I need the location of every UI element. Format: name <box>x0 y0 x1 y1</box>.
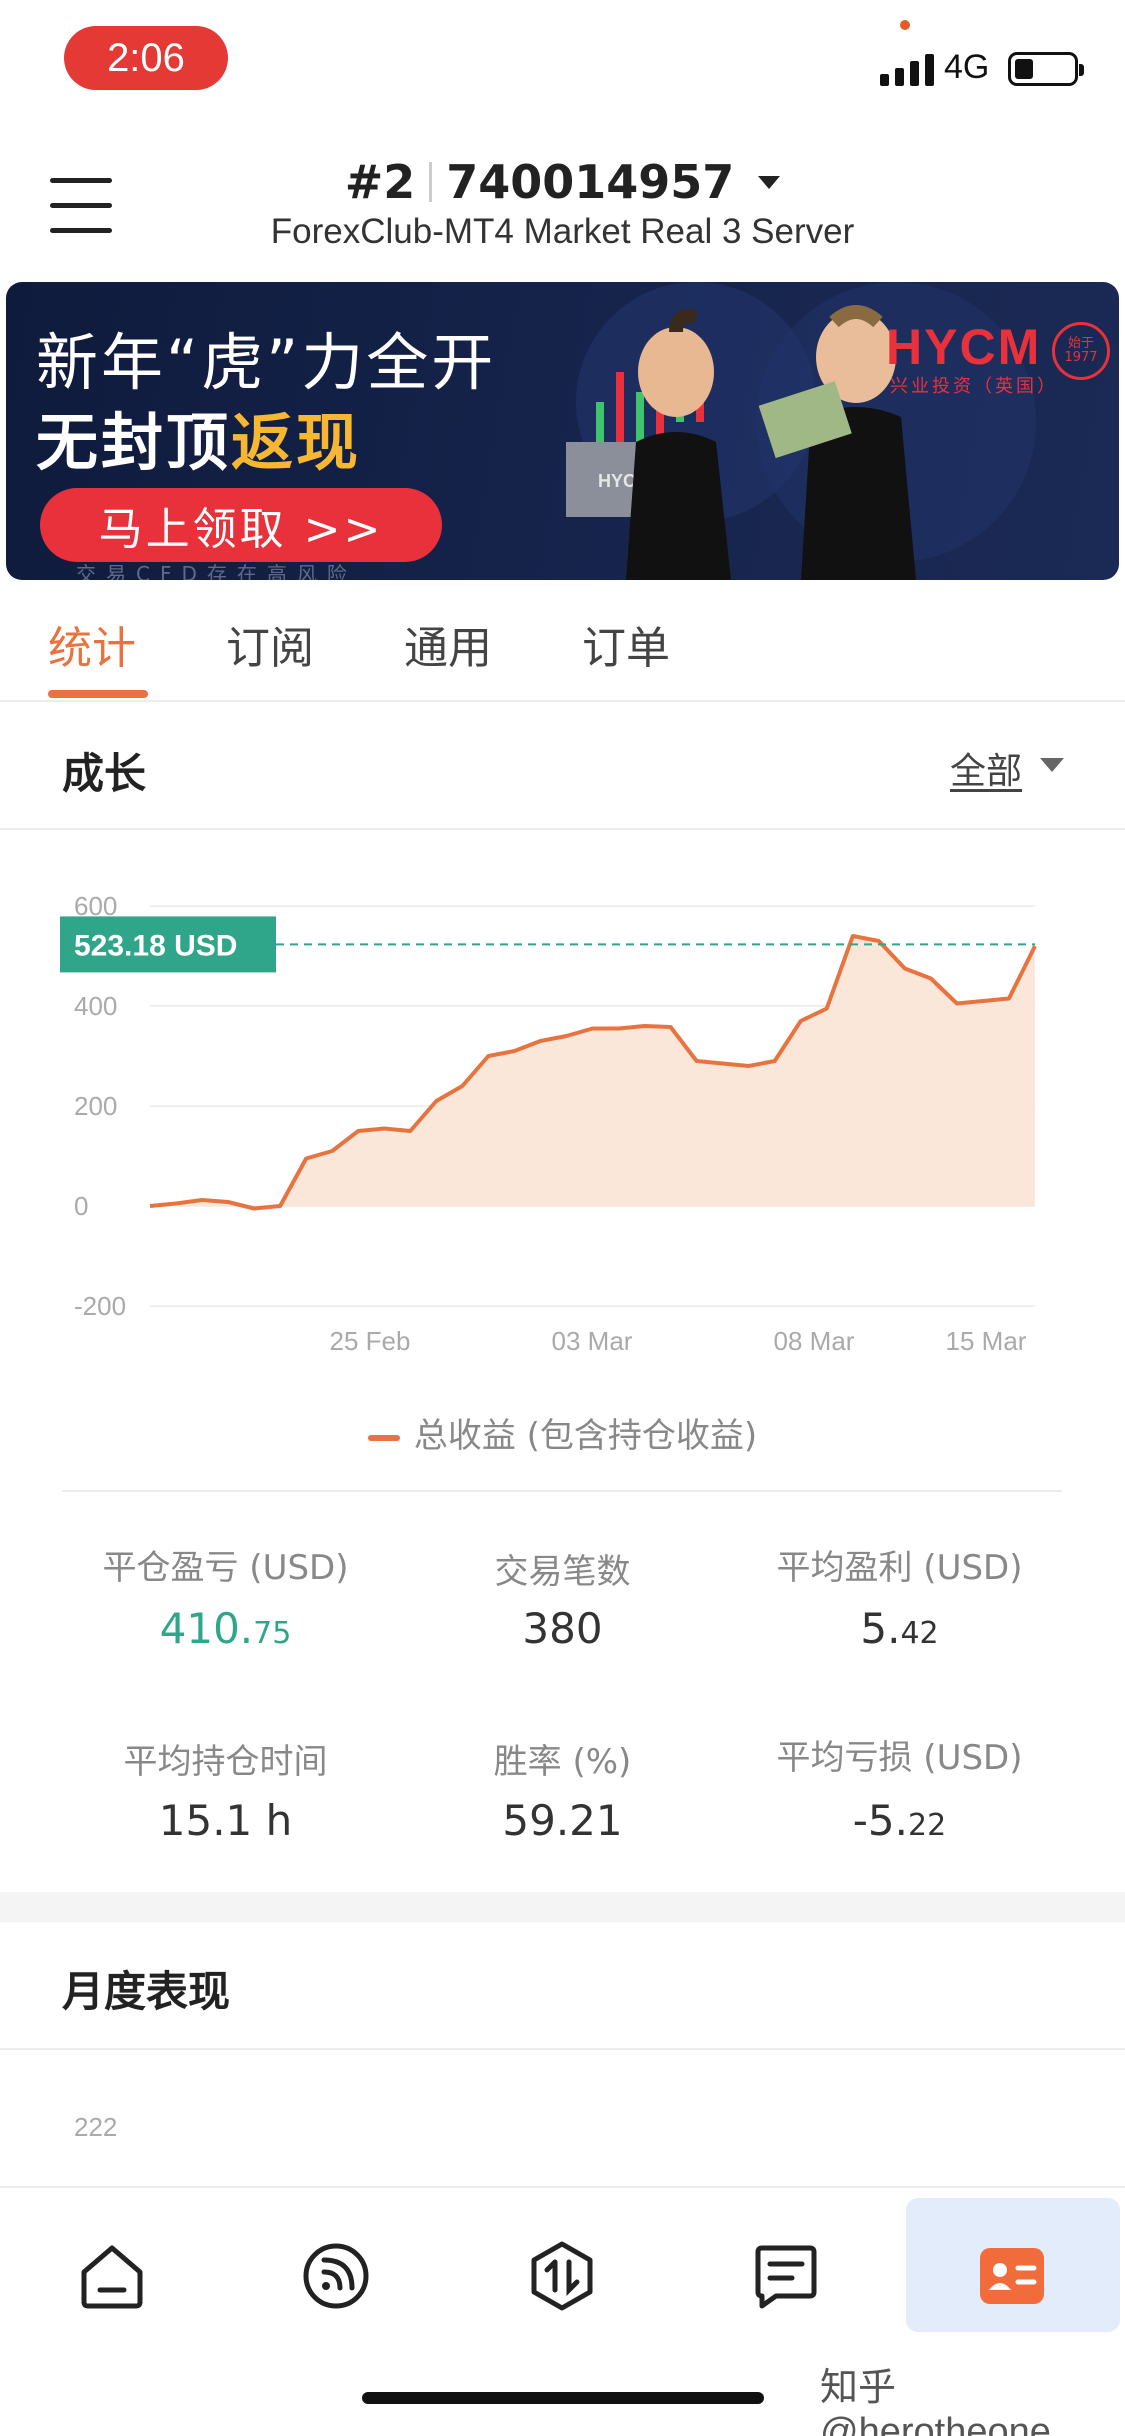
status-time: 2:06 <box>64 26 228 90</box>
period-filter[interactable]: 全部 <box>950 742 1022 794</box>
active-tab-indicator <box>48 690 148 698</box>
legend-swatch <box>367 1434 400 1441</box>
x-tick-label: 25 Feb <box>330 1326 411 1356</box>
tab-statistics[interactable]: 统计 <box>48 612 136 676</box>
promo-banner[interactable]: HYCM 新年“虎”力全开 无封顶返现 马上领取 >> 交易CFD存在高风险 H… <box>6 282 1119 580</box>
banner-seal: 始于 1977 <box>1052 322 1110 380</box>
divider <box>0 700 1125 702</box>
stat-value-win-rate: 59.21 <box>502 1796 623 1845</box>
y-tick-label: 400 <box>74 991 117 1021</box>
battery-icon <box>1008 52 1084 86</box>
banner-subheadline-highlight: 返现 <box>231 406 362 479</box>
nav-home[interactable] <box>52 2216 172 2336</box>
chevron-down-icon[interactable] <box>1040 758 1064 772</box>
tab-subscribe[interactable]: 订阅 <box>226 612 314 676</box>
stat-value-avg-profit: 5.42 <box>860 1604 939 1653</box>
chevron-down-icon <box>758 175 781 189</box>
message-icon <box>755 2245 817 2309</box>
divider <box>0 2048 1125 2050</box>
chart-legend: 总收益 (包含持仓收益) <box>0 1408 1125 1457</box>
tab-orders[interactable]: 订单 <box>582 612 670 676</box>
account-number: 740014957 <box>446 155 735 209</box>
x-tick-label: 15 Mar <box>946 1326 1027 1356</box>
y-tick-label: 200 <box>74 1091 117 1121</box>
x-tick-label: 08 Mar <box>774 1326 855 1356</box>
legend-label: 总收益 (包含持仓收益) <box>413 1416 758 1456</box>
network-type: 4G <box>944 48 990 86</box>
server-name: ForexClub-MT4 Market Real 3 Server <box>270 212 855 251</box>
cellular-signal-icon <box>880 50 934 86</box>
stat-value-trade-count: 380 <box>522 1604 603 1653</box>
banner-logo-subtitle: 兴业投资（英国） <box>890 376 1058 397</box>
nav-signals[interactable] <box>276 2216 396 2336</box>
home-icon <box>81 2245 143 2309</box>
profile-card-icon <box>980 2248 1044 2304</box>
banner-logo: HYCM <box>886 319 1042 375</box>
trade-icon <box>531 2241 593 2311</box>
banner-claim-button[interactable]: 马上领取 >> <box>40 488 442 562</box>
divider <box>0 828 1125 830</box>
stat-value-avg-hold-time: 15.1 h <box>158 1796 293 1845</box>
nav-profile[interactable] <box>952 2216 1072 2336</box>
monthly-title: 月度表现 <box>62 1967 231 2016</box>
account-separator <box>429 162 433 202</box>
section-gap <box>0 1892 1125 1922</box>
growth-chart[interactable]: 6004002000-200523.18 USD25 Feb 03 Mar 08 M… <box>0 880 1125 1380</box>
account-prefix: #2 <box>344 155 416 209</box>
banner-subheadline: 无封顶返现 <box>36 392 361 482</box>
y-tick-label: 0 <box>74 1191 88 1221</box>
x-tick-label: 03 Mar <box>552 1326 633 1356</box>
stat-label: 平仓盈亏 (USD) <box>102 1548 349 1588</box>
nav-trade[interactable] <box>502 2216 622 2336</box>
stat-label: 胜率 (%) <box>493 1742 632 1782</box>
nav-messages[interactable] <box>726 2216 846 2336</box>
signal-feed-icon <box>303 2243 369 2309</box>
divider <box>62 1490 1062 1492</box>
current-value-label: 523.18 USD <box>74 929 237 962</box>
stat-value-closed-pnl: 410.75 <box>159 1604 292 1653</box>
series-area <box>150 936 1035 1209</box>
account-selector[interactable]: #2 740014957 <box>0 155 1125 209</box>
home-indicator[interactable] <box>362 2392 764 2404</box>
stat-label: 平均持仓时间 <box>123 1742 328 1782</box>
stat-value-avg-loss: -5.22 <box>852 1796 947 1845</box>
stat-label: 平均盈利 (USD) <box>776 1548 1023 1588</box>
monthly-axis-label: 222 <box>74 2112 118 2142</box>
stat-label: 平均亏损 (USD) <box>776 1738 1023 1778</box>
banner-headline: 新年“虎”力全开 <box>36 326 497 399</box>
stat-label: 交易笔数 <box>494 1552 631 1592</box>
banner-risk-warning: 交易CFD存在高风险 <box>76 562 357 580</box>
tab-bar: 统计 订阅 通用 订单 <box>0 600 1125 700</box>
y-tick-label: -200 <box>74 1291 126 1321</box>
privacy-indicator-dot <box>900 20 910 30</box>
growth-title: 成长 <box>62 749 147 798</box>
tab-general[interactable]: 通用 <box>404 612 492 676</box>
watermark: 知乎 @herotheone <box>820 2367 1051 2436</box>
banner-subheadline-a: 无封顶 <box>36 406 232 479</box>
